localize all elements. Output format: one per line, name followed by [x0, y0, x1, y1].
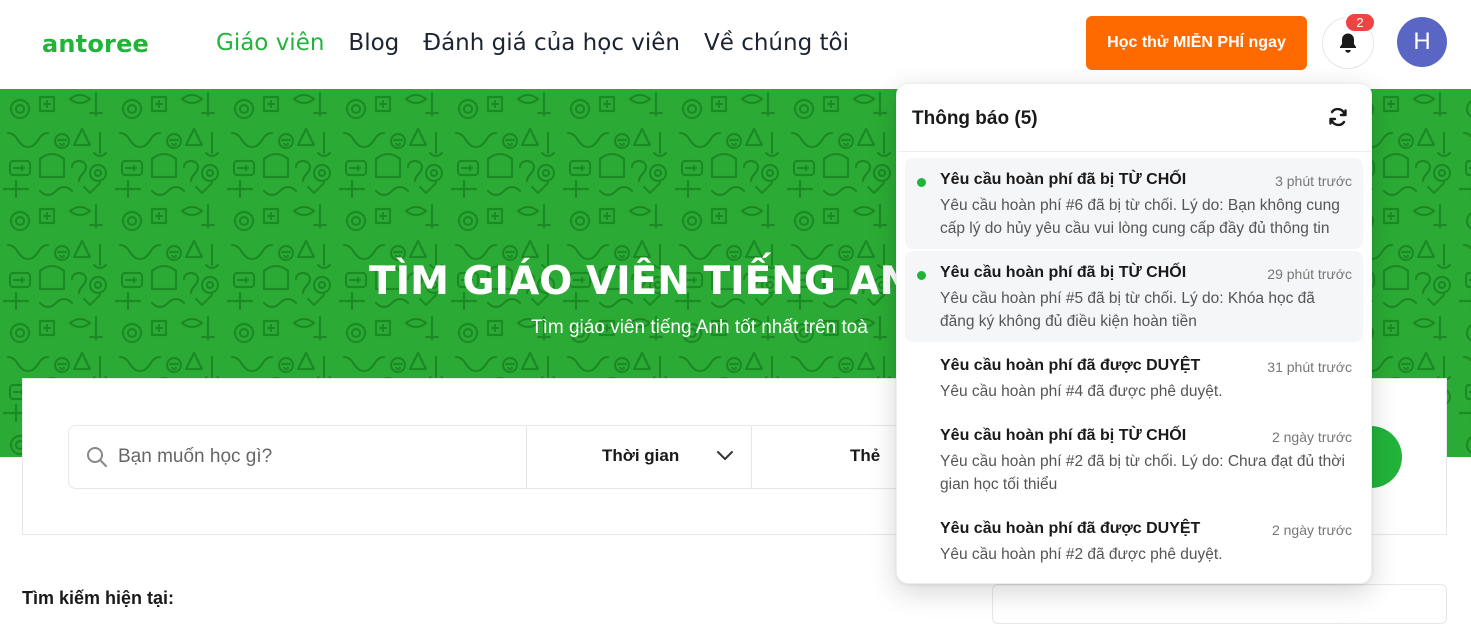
search-divider	[751, 426, 752, 488]
top-header: antoree Giáo viên Blog Đánh giá của học …	[0, 0, 1471, 89]
unread-dot	[917, 271, 926, 280]
unread-dot	[917, 178, 926, 187]
bell-icon	[1340, 33, 1356, 53]
notification-item-time: 31 phút trước	[1267, 359, 1352, 375]
chevron-down-icon[interactable]	[716, 448, 734, 462]
user-avatar[interactable]: H	[1397, 17, 1447, 67]
search-divider	[526, 426, 527, 488]
notification-item-title: Yêu cầu hoàn phí đã bị TỪ CHỐI	[940, 171, 1187, 188]
nav-item-about[interactable]: Về chúng tôi	[704, 30, 849, 56]
notification-item[interactable]: Yêu cầu hoàn phí đã bị TỪ CHỐI 29 phút t…	[905, 251, 1363, 342]
notification-item-time: 2 ngày trước	[1271, 429, 1352, 445]
nav-item-reviews[interactable]: Đánh giá của học viên	[423, 30, 680, 56]
free-trial-button[interactable]: Học thử MIỄN PHÍ ngay	[1086, 16, 1307, 70]
notification-item-title: Yêu cầu hoàn phí đã được DUYỆT	[940, 357, 1201, 374]
notification-item[interactable]: Yêu cầu hoàn phí đã được DUYỆT 2 ngày tr…	[905, 507, 1363, 575]
notification-item[interactable]: Yêu cầu hoàn phí đã được DUYỆT 31 phút t…	[905, 344, 1363, 412]
hero-title: TÌM GIÁO VIÊN TIẾNG ANH	[369, 259, 945, 304]
notification-item-body: Yêu cầu hoàn phí #6 đã bị từ chối. Lý do…	[940, 197, 1340, 237]
notification-title: Thông báo (5)	[912, 108, 1038, 129]
notification-item[interactable]: Yêu cầu hoàn phí đã bị TỪ CHỐI 3 phút tr…	[905, 158, 1363, 249]
hero-subtitle: Tìm giáo viên tiếng Anh tốt nhất trên to…	[531, 317, 868, 338]
nav-item-teachers[interactable]: Giáo viên	[216, 30, 324, 56]
brand-logo[interactable]: antoree	[42, 30, 149, 58]
notification-item-body: Yêu cầu hoàn phí #2 đã được phê duyệt.	[940, 546, 1223, 563]
nav-item-blog[interactable]: Blog	[348, 30, 399, 56]
time-filter-dropdown[interactable]: Thời gian	[602, 446, 679, 466]
notification-item-title: Yêu cầu hoàn phí đã bị TỪ CHỐI	[940, 264, 1187, 281]
notification-item-title: Yêu cầu hoàn phí đã bị TỪ CHỐI	[940, 427, 1187, 444]
search-input[interactable]	[118, 440, 518, 474]
main-nav: Giáo viên Blog Đánh giá của học viên Về …	[216, 30, 849, 56]
notification-dropdown: Thông báo (5) Yêu cầu hoàn phí đã bị TỪ …	[896, 83, 1372, 584]
tag-filter-dropdown[interactable]: Thẻ	[850, 446, 880, 466]
notification-item-body: Yêu cầu hoàn phí #5 đã bị từ chối. Lý do…	[940, 290, 1315, 330]
sidebar-panel	[992, 584, 1447, 624]
notification-item-body: Yêu cầu hoàn phí #4 đã được phê duyệt.	[940, 383, 1223, 400]
notification-item-time: 29 phút trước	[1267, 266, 1352, 282]
notification-item-time: 2 ngày trước	[1271, 522, 1352, 538]
search-icon	[87, 447, 107, 467]
notification-item[interactable]: Yêu cầu hoàn phí đã bị TỪ CHỐI 2 ngày tr…	[905, 414, 1363, 505]
notification-count-badge: 2	[1344, 12, 1376, 33]
notification-item-time: 3 phút trước	[1275, 173, 1352, 189]
notification-item-title: Yêu cầu hoàn phí đã được DUYỆT	[940, 520, 1201, 537]
notification-divider	[897, 151, 1371, 152]
notification-item-body: Yêu cầu hoàn phí #2 đã bị từ chối. Lý do…	[940, 453, 1345, 493]
refresh-icon[interactable]	[1327, 106, 1349, 128]
current-search-label: Tìm kiếm hiện tại:	[22, 588, 175, 608]
